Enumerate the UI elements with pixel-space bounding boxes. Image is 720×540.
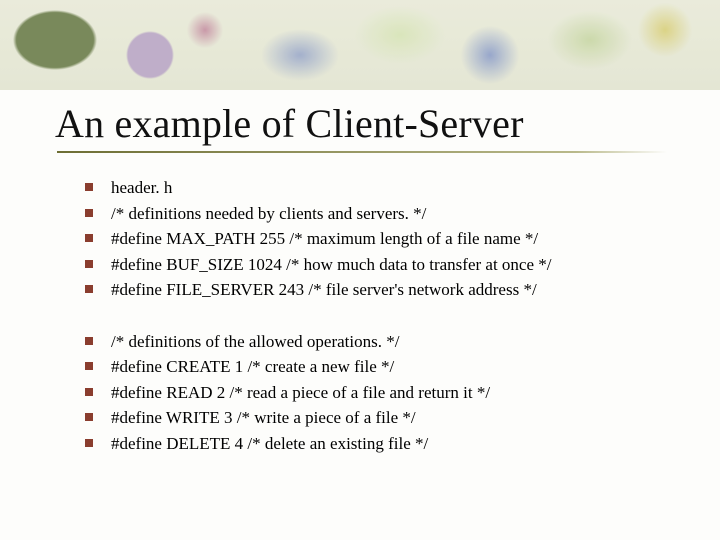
title-underline: [57, 151, 667, 153]
list-item: #define READ 2 /* read a piece of a file…: [85, 380, 680, 406]
slide-title: An example of Client-Server: [55, 100, 680, 147]
list-item: header. h: [85, 175, 680, 201]
list-item: /* definitions of the allowed operations…: [85, 329, 680, 355]
list-item: #define DELETE 4 /* delete an existing f…: [85, 431, 680, 457]
list-item: #define WRITE 3 /* write a piece of a fi…: [85, 405, 680, 431]
list-item: /* definitions needed by clients and ser…: [85, 201, 680, 227]
list-item: #define CREATE 1 /* create a new file */: [85, 354, 680, 380]
bullet-group-2: /* definitions of the allowed operations…: [55, 329, 680, 457]
decorative-banner: [0, 0, 720, 90]
list-item: #define BUF_SIZE 1024 /* how much data t…: [85, 252, 680, 278]
slide-content: An example of Client-Server header. h /*…: [55, 100, 680, 482]
bullet-group-1: header. h /* definitions needed by clien…: [55, 175, 680, 303]
list-item: #define MAX_PATH 255 /* maximum length o…: [85, 226, 680, 252]
list-item: #define FILE_SERVER 243 /* file server's…: [85, 277, 680, 303]
